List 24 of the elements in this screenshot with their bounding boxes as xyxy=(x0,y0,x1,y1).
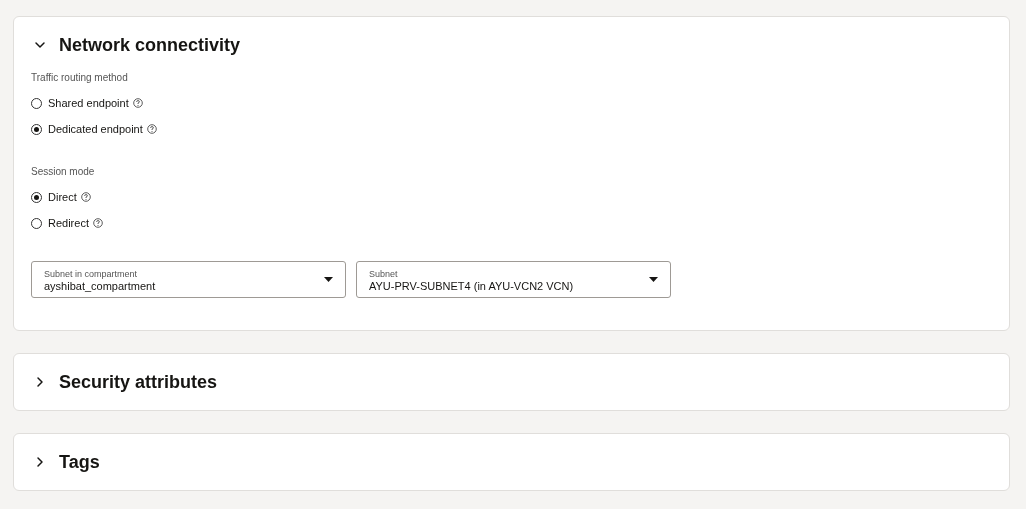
field-value: AYU-PRV-SUBNET4 (in AYU-VCN2 VCN) xyxy=(369,279,575,292)
section-header[interactable]: Security attributes xyxy=(14,354,1009,410)
section-title: Security attributes xyxy=(59,370,218,394)
field-label: Subnet xyxy=(369,267,399,280)
section-header[interactable]: Tags xyxy=(14,434,1009,490)
radio-label: Dedicated endpoint xyxy=(48,121,143,137)
select-field[interactable]: Subnet in compartment ayshibat_compartment xyxy=(31,261,346,298)
field-label: Subnet in compartment xyxy=(44,267,139,280)
section-title: Tags xyxy=(59,450,100,474)
section-title: Network connectivity xyxy=(59,33,241,57)
field-value: ayshibat_compartment xyxy=(44,279,157,292)
help-icon[interactable] xyxy=(146,124,157,134)
dropdown-caret-icon xyxy=(649,277,658,282)
radio-label: Shared endpoint xyxy=(48,95,129,111)
group-label: Traffic routing method xyxy=(31,71,129,85)
radio-label: Redirect xyxy=(48,215,89,231)
select-field[interactable]: Subnet AYU-PRV-SUBNET4 (in AYU-VCN2 VCN) xyxy=(356,261,671,298)
help-icon[interactable] xyxy=(80,192,91,202)
section-header[interactable]: Network connectivity xyxy=(14,17,1009,73)
help-icon[interactable] xyxy=(132,98,143,108)
group-label: Session mode xyxy=(31,165,96,179)
help-icon[interactable] xyxy=(92,218,103,228)
dropdown-caret-icon xyxy=(324,277,333,282)
radio-label: Direct xyxy=(48,189,77,205)
